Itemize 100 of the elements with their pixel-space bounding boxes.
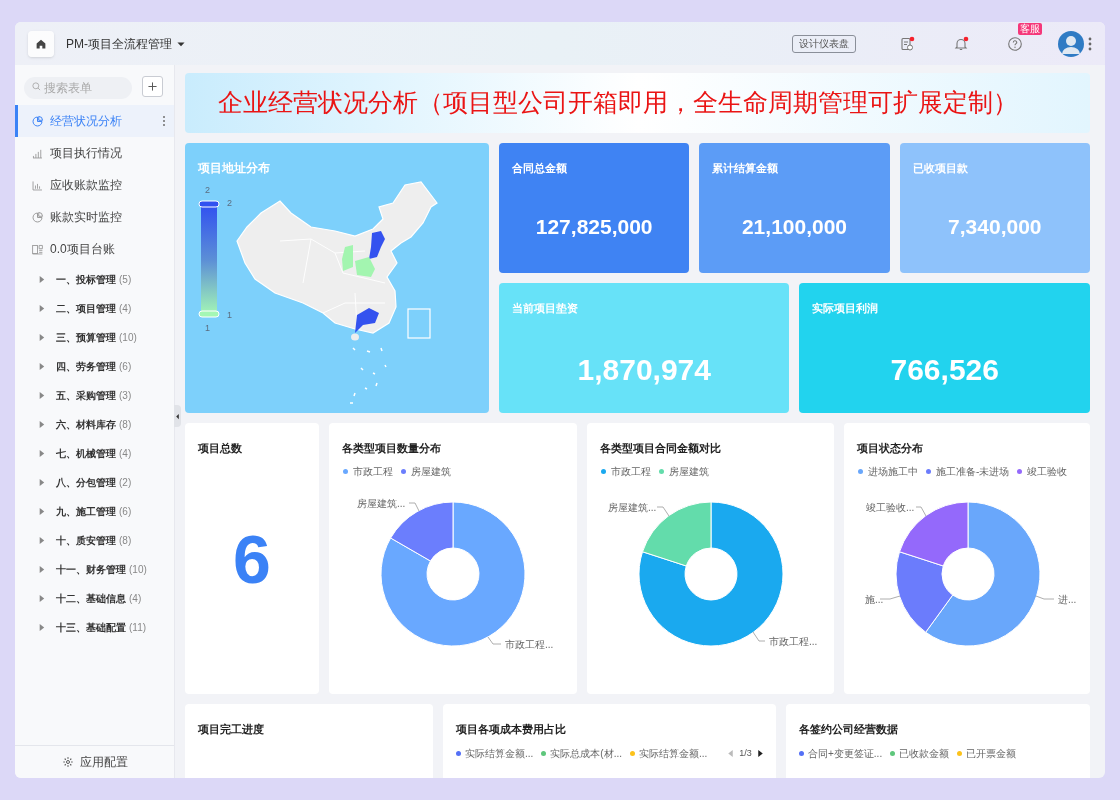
search-field[interactable]: 搜索表单 (24, 77, 132, 99)
tree-item[interactable]: 八、分包管理 (2) (15, 468, 174, 497)
calendar-clock-button[interactable] (898, 34, 916, 53)
slice-label: 进... (1058, 594, 1077, 605)
caret-icon (37, 420, 46, 429)
collapse-handle[interactable] (174, 405, 181, 427)
leader-line (879, 595, 901, 600)
leader-line (408, 502, 420, 512)
caret-icon (37, 362, 46, 371)
tree-item[interactable]: 十三、基础配置 (11) (15, 613, 174, 642)
settings-icon (61, 756, 74, 768)
kpi-value: 127,825,000 (534, 214, 654, 240)
nav-item[interactable]: 0.0项目台账 (15, 233, 174, 265)
card-title: 项目地址分布 (198, 160, 270, 177)
legend-label: 市政工程 (611, 465, 651, 479)
bell-icon (953, 35, 969, 52)
caret-icon (37, 304, 46, 313)
caret-icon (37, 594, 46, 603)
scale-label: 1 (205, 322, 210, 335)
ledger-icon (31, 242, 44, 256)
tree-item[interactable]: 二、项目管理 (4) (15, 294, 174, 323)
scale-label: 1 (227, 309, 232, 322)
help-icon (1007, 35, 1023, 52)
kpi-value: 1,870,974 (576, 352, 712, 388)
tree-item[interactable]: 六、材料库存 (8) (15, 410, 174, 439)
page-indicator: 1/3 (739, 746, 752, 760)
legend-label: 实际总成本(材... (550, 747, 622, 761)
kpi-label: 累计结算金额 (712, 161, 779, 176)
caret-icon (37, 536, 46, 545)
caret-icon (37, 333, 46, 342)
banner-title: 企业经营状况分析（项目型公司开箱即用，全生命周期管理可扩展定制） (218, 87, 1018, 119)
app-title-dropdown[interactable]: PM-项目全流程管理 (66, 34, 186, 53)
next-page-button[interactable] (756, 749, 764, 758)
tree-item[interactable]: 四、劳务管理 (6) (15, 352, 174, 381)
total-value: 6 (232, 525, 272, 593)
avatar[interactable] (1058, 30, 1084, 57)
leader-line (1035, 595, 1055, 600)
kpi-label: 已收项目款 (912, 161, 968, 176)
legend-label: 市政工程 (353, 465, 393, 479)
tree-item[interactable]: 七、机械管理 (4) (15, 439, 174, 468)
bell-button[interactable] (952, 34, 970, 53)
leader-line (487, 636, 502, 645)
kpi-label: 合同总金额 (512, 161, 567, 176)
tree-item[interactable]: 三、预算管理 (10) (15, 323, 174, 352)
nav-item[interactable]: 账款实时监控 (15, 201, 174, 233)
slice-label: 市政工程... (505, 639, 554, 650)
caret-icon (37, 565, 46, 574)
support-badge: 客服 (1018, 22, 1042, 35)
tree-item[interactable]: 五、采购管理 (3) (15, 381, 174, 410)
legend-label: 已开票金额 (966, 747, 1017, 761)
legend-label: 施工准备-未进场 (936, 465, 1010, 479)
more-icon[interactable] (162, 114, 166, 128)
add-button[interactable] (142, 75, 163, 97)
tree-item[interactable]: 一、投标管理 (5) (15, 265, 174, 294)
caret-icon (37, 507, 46, 516)
home-button[interactable] (28, 30, 54, 57)
help-button[interactable] (1006, 34, 1024, 53)
plus-icon (146, 79, 159, 93)
caret-icon (37, 391, 46, 400)
search-icon (31, 81, 42, 92)
card-title: 项目总数 (198, 441, 242, 456)
legend-label: 房屋建筑 (669, 465, 709, 479)
tree-item[interactable]: 十、质安管理 (8) (15, 526, 174, 555)
slice-label: 房屋建筑... (608, 502, 657, 513)
slice-label: 施... (865, 594, 884, 605)
chart-title: 项目状态分布 (857, 441, 923, 456)
legend-label: 竣工验收 (1027, 465, 1068, 479)
scale-label: 2 (205, 184, 210, 197)
card-title: 项目各项成本费用占比 (456, 722, 566, 737)
nav-item[interactable]: 应收账款监控 (15, 169, 174, 201)
kpi-value: 21,100,000 (740, 214, 849, 240)
tree-item[interactable]: 十一、财务管理 (10) (15, 555, 174, 584)
legend-label: 进场施工中 (868, 465, 918, 479)
legend-label: 房屋建筑 (411, 465, 451, 479)
caret-icon (37, 623, 46, 632)
leader-line (915, 506, 927, 517)
legend-label: 合同+变更签证... (808, 747, 883, 761)
legend-label: 实际结算金额... (465, 747, 534, 761)
calendar-clock-icon (899, 35, 915, 52)
card-title: 项目完工进度 (198, 722, 264, 737)
card-title: 各签约公司经营数据 (799, 722, 898, 737)
caret-icon (37, 449, 46, 458)
chart-title: 各类型项目合同金额对比 (600, 441, 721, 456)
slice-label: 竣工验收... (866, 502, 915, 513)
chart-title: 各类型项目数量分布 (342, 441, 441, 456)
caret-icon (37, 275, 46, 284)
app-settings-button[interactable]: 应用配置 (15, 745, 174, 778)
more-icon[interactable] (1088, 35, 1092, 52)
legend-label: 已收款金额 (899, 747, 950, 761)
bar-chart-icon (31, 178, 44, 192)
design-dashboard-button[interactable]: 设计仪表盘 (792, 34, 856, 53)
tree-item[interactable]: 十二、基础信息 (4) (15, 584, 174, 613)
slice-label: 市政工程... (769, 636, 818, 647)
kpi-label: 当前项目垫资 (512, 301, 578, 316)
scale-label: 2 (227, 197, 232, 210)
nav-item[interactable]: 项目执行情况 (15, 137, 174, 169)
leader-line (656, 506, 670, 517)
leader-line (752, 631, 766, 642)
kpi-label: 实际项目利润 (812, 301, 879, 316)
tree-item[interactable]: 九、施工管理 (6) (15, 497, 174, 526)
